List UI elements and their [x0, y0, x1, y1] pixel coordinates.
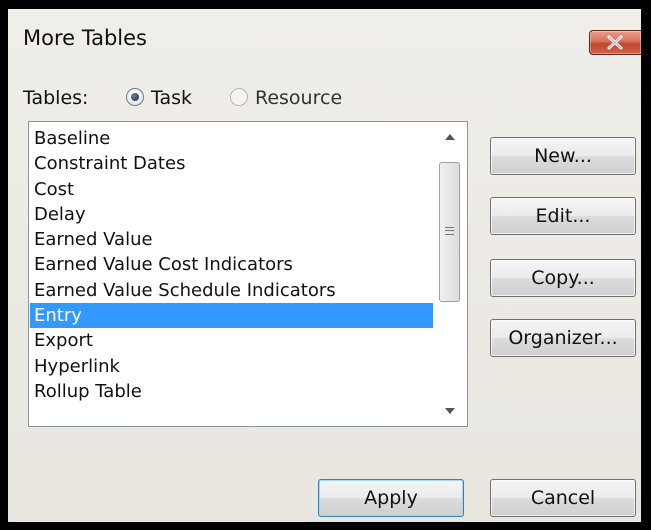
cancel-button[interactable]: Cancel	[490, 479, 636, 517]
grip-icon	[445, 227, 454, 235]
close-button[interactable]	[589, 30, 641, 55]
tables-list: Baseline Constraint Dates Cost Delay Earned …	[30, 126, 433, 404]
scroll-down-icon[interactable]	[445, 408, 455, 414]
list-item[interactable]: Hyperlink	[30, 354, 433, 379]
list-item[interactable]: Constraint Dates	[30, 151, 433, 176]
list-item[interactable]: Export	[30, 328, 433, 353]
task-radio-label: Task	[151, 87, 193, 109]
list-item[interactable]: Entry	[30, 303, 433, 329]
close-icon	[607, 35, 623, 50]
edit-button[interactable]: Edit...	[490, 197, 636, 235]
apply-button[interactable]: Apply	[318, 479, 464, 517]
dialog-body: More Tables Tables: Task Resource Baseli…	[8, 9, 641, 522]
radio-checked-icon	[126, 88, 144, 106]
list-item[interactable]: Earned Value Schedule Indicators	[30, 278, 433, 303]
more-tables-dialog: More Tables Tables: Task Resource Baseli…	[0, 0, 651, 530]
list-item[interactable]: Earned Value	[30, 227, 433, 252]
organizer-button[interactable]: Organizer...	[490, 319, 636, 357]
resource-radio-label: Resource	[255, 87, 343, 109]
new-button[interactable]: New...	[490, 137, 636, 175]
scroll-up-icon[interactable]	[445, 134, 455, 140]
list-item[interactable]: Earned Value Cost Indicators	[30, 252, 433, 277]
vertical-scrollbar[interactable]	[433, 122, 467, 426]
scroll-thumb[interactable]	[439, 162, 460, 302]
list-item[interactable]: Delay	[30, 202, 433, 227]
tables-listbox[interactable]: Baseline Constraint Dates Cost Delay Earned …	[28, 121, 468, 427]
copy-button[interactable]: Copy...	[490, 259, 636, 297]
title-bar: More Tables	[8, 9, 641, 71]
radio-unchecked-icon	[230, 88, 248, 106]
list-item[interactable]: Baseline	[30, 126, 433, 151]
list-item[interactable]: Cost	[30, 177, 433, 202]
list-item[interactable]: Rollup Table	[30, 379, 433, 404]
tables-label: Tables:	[23, 87, 89, 109]
dialog-title: More Tables	[23, 26, 147, 50]
